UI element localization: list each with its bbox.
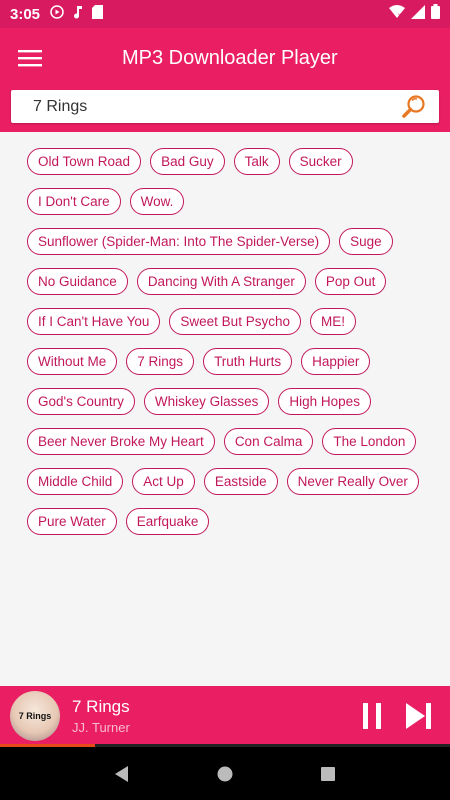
suggestion-tag[interactable]: Pure Water xyxy=(27,508,117,535)
search-input[interactable] xyxy=(33,97,399,116)
pause-icon[interactable] xyxy=(352,695,394,737)
suggestion-tag[interactable]: If I Can't Have You xyxy=(27,308,161,335)
suggestion-tags: Old Town Road Bad Guy Talk Sucker I Don't Ca… xyxy=(27,148,432,535)
suggestion-tag[interactable]: Middle Child xyxy=(27,468,124,495)
suggestion-tag[interactable]: Talk xyxy=(233,148,280,175)
suggestion-tag[interactable]: ME! xyxy=(309,308,356,335)
suggestion-tag[interactable]: Act Up xyxy=(132,468,195,495)
back-icon[interactable] xyxy=(104,756,140,792)
suggestion-tag[interactable]: Wow. xyxy=(129,188,185,215)
sd-card-icon xyxy=(92,4,104,24)
suggestion-tag[interactable]: Dancing With A Stranger xyxy=(136,268,306,295)
suggestion-tag[interactable]: Earfquake xyxy=(125,508,210,535)
suggestion-tag[interactable]: Without Me xyxy=(27,348,118,375)
track-info[interactable]: 7 Rings JJ. Turner xyxy=(72,697,352,735)
suggestion-tag[interactable]: Eastside xyxy=(203,468,278,495)
suggestion-tag[interactable]: Truth Hurts xyxy=(203,348,293,375)
svg-text:x: x xyxy=(398,13,401,19)
album-art-text: 7 Rings xyxy=(18,711,52,721)
wifi-icon: x xyxy=(389,4,405,24)
battery-icon xyxy=(431,4,440,24)
suggestion-tag[interactable]: I Don't Care xyxy=(27,188,121,215)
suggestion-tag[interactable]: Bad Guy xyxy=(150,148,225,175)
suggestion-tag[interactable]: High Hopes xyxy=(278,388,371,415)
home-icon[interactable] xyxy=(207,756,243,792)
suggestion-tag[interactable]: Sunflower (Spider-Man: Into The Spider-V… xyxy=(27,228,331,255)
app-bar: MP3 Downloader Player xyxy=(0,28,450,88)
suggestion-tag[interactable]: Old Town Road xyxy=(27,148,142,175)
track-artist: JJ. Turner xyxy=(72,720,130,735)
suggestion-tag[interactable]: God's Country xyxy=(27,388,135,415)
music-note-icon xyxy=(72,5,84,24)
suggestion-tag[interactable]: Con Calma xyxy=(223,428,314,455)
hamburger-menu-icon[interactable] xyxy=(0,28,60,88)
suggestion-tag[interactable]: Never Really Over xyxy=(286,468,419,495)
recents-icon[interactable] xyxy=(310,756,346,792)
suggestion-tag[interactable]: 7 Rings xyxy=(126,348,195,375)
signal-icon xyxy=(411,4,425,24)
status-time: 3:05 xyxy=(10,5,41,23)
suggestion-tag[interactable]: Happier xyxy=(301,348,371,375)
play-circle-icon xyxy=(50,4,64,24)
suggestion-tag[interactable]: Pop Out xyxy=(314,268,387,295)
suggestion-tag[interactable]: Sweet But Psycho xyxy=(169,308,301,335)
app-title: MP3 Downloader Player xyxy=(122,46,338,69)
suggestion-tag[interactable]: No Guidance xyxy=(27,268,128,295)
suggestion-tag[interactable]: The London xyxy=(322,428,417,455)
suggestion-tag[interactable]: Beer Never Broke My Heart xyxy=(27,428,215,455)
search-box xyxy=(11,90,439,123)
system-nav-bar xyxy=(0,747,450,800)
search-icon[interactable] xyxy=(399,92,429,122)
suggestion-tag[interactable]: Sucker xyxy=(288,148,353,175)
suggestion-tag[interactable]: Whiskey Glasses xyxy=(143,388,270,415)
track-title: 7 Rings xyxy=(72,697,130,716)
status-bar: 3:05 x xyxy=(0,0,450,28)
suggestion-tag[interactable]: Suge xyxy=(339,228,393,255)
skip-next-icon[interactable] xyxy=(398,695,440,737)
mini-player[interactable]: 7 Rings 7 Rings JJ. Turner xyxy=(0,686,450,746)
album-art[interactable]: 7 Rings xyxy=(10,691,60,741)
